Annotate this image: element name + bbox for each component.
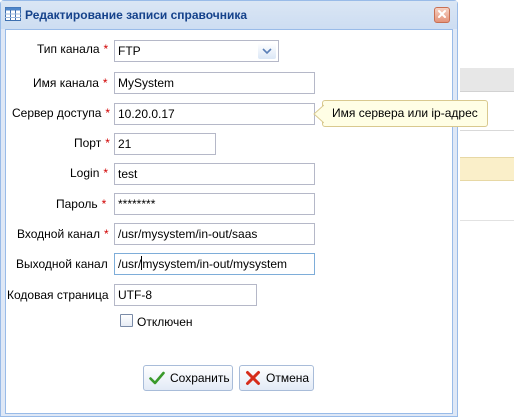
required-marker: * bbox=[105, 136, 110, 150]
close-icon bbox=[437, 8, 447, 22]
login-label-text: Login bbox=[70, 166, 100, 180]
server-input[interactable]: 10.20.0.17 bbox=[114, 103, 315, 125]
disabled-checkbox[interactable] bbox=[120, 314, 133, 327]
required-marker: * bbox=[103, 42, 109, 56]
port-label: Порт * bbox=[74, 136, 110, 150]
server-label: Сервер доступа * bbox=[12, 106, 110, 120]
required-marker: * bbox=[102, 76, 108, 90]
required-marker: * bbox=[103, 166, 109, 180]
cross-icon bbox=[244, 369, 262, 387]
background-selected-row bbox=[460, 157, 514, 181]
input-channel-label-text: Входной канал bbox=[17, 227, 100, 241]
password-label: Пароль * bbox=[56, 197, 106, 211]
save-button-label: Сохранить bbox=[170, 371, 230, 385]
login-input[interactable]: test bbox=[114, 163, 315, 185]
close-button[interactable] bbox=[434, 7, 450, 23]
required-marker: * bbox=[103, 227, 109, 241]
channel-name-input[interactable]: MySystem bbox=[114, 72, 315, 94]
server-tooltip: Имя сервера или ip-адрес bbox=[313, 100, 488, 127]
output-channel-label-text: Выходной канал bbox=[16, 257, 108, 271]
channel-name-label: Имя канала * bbox=[33, 76, 108, 90]
background-divider bbox=[460, 130, 514, 131]
port-label-text: Порт bbox=[74, 136, 102, 150]
tooltip-arrow bbox=[313, 104, 324, 124]
channel-type-label-text: Тип канала bbox=[37, 42, 100, 56]
channel-type-value: FTP bbox=[118, 44, 141, 58]
output-channel-value-start: /usr/ bbox=[118, 257, 142, 271]
port-input[interactable]: 21 bbox=[114, 133, 216, 155]
codepage-label: Кодовая страница bbox=[7, 288, 109, 302]
background-divider bbox=[460, 220, 514, 221]
channel-type-select[interactable]: FTP bbox=[114, 40, 279, 62]
cancel-button-label: Отмена bbox=[266, 371, 310, 385]
codepage-label-text: Кодовая страница bbox=[7, 288, 109, 302]
chevron-down-icon[interactable] bbox=[258, 43, 276, 59]
save-button[interactable]: Сохранить bbox=[143, 365, 233, 391]
dialog-titlebar[interactable]: Редактирование записи справочника bbox=[1, 1, 457, 29]
channel-name-label-text: Имя канала bbox=[33, 76, 99, 90]
output-channel-value-end: mysystem/in-out/mysystem bbox=[142, 257, 288, 271]
password-label-text: Пароль bbox=[56, 197, 98, 211]
codepage-input[interactable]: UTF-8 bbox=[114, 284, 257, 306]
channel-type-label: Тип канала * bbox=[37, 42, 108, 56]
background-panel-header bbox=[460, 68, 514, 92]
required-marker: * bbox=[105, 106, 111, 120]
dialog-title: Редактирование записи справочника bbox=[25, 8, 248, 22]
input-channel-input[interactable]: /usr/mysystem/in-out/saas bbox=[114, 223, 315, 245]
required-marker: * bbox=[101, 197, 107, 211]
checkmark-icon bbox=[148, 369, 166, 387]
password-input[interactable]: ******** bbox=[114, 193, 315, 215]
cancel-button[interactable]: Отмена bbox=[239, 365, 314, 391]
disabled-label[interactable]: Отключен bbox=[137, 315, 193, 329]
table-grid-icon bbox=[5, 7, 21, 21]
server-label-text: Сервер доступа bbox=[12, 106, 102, 120]
output-channel-input[interactable]: /usr/mysystem/in-out/mysystem bbox=[114, 253, 315, 275]
input-channel-label: Входной канал * bbox=[17, 227, 109, 241]
tooltip-text: Имя сервера или ip-адрес bbox=[332, 106, 478, 120]
output-channel-label: Выходной канал bbox=[16, 257, 108, 271]
login-label: Login * bbox=[70, 166, 108, 180]
